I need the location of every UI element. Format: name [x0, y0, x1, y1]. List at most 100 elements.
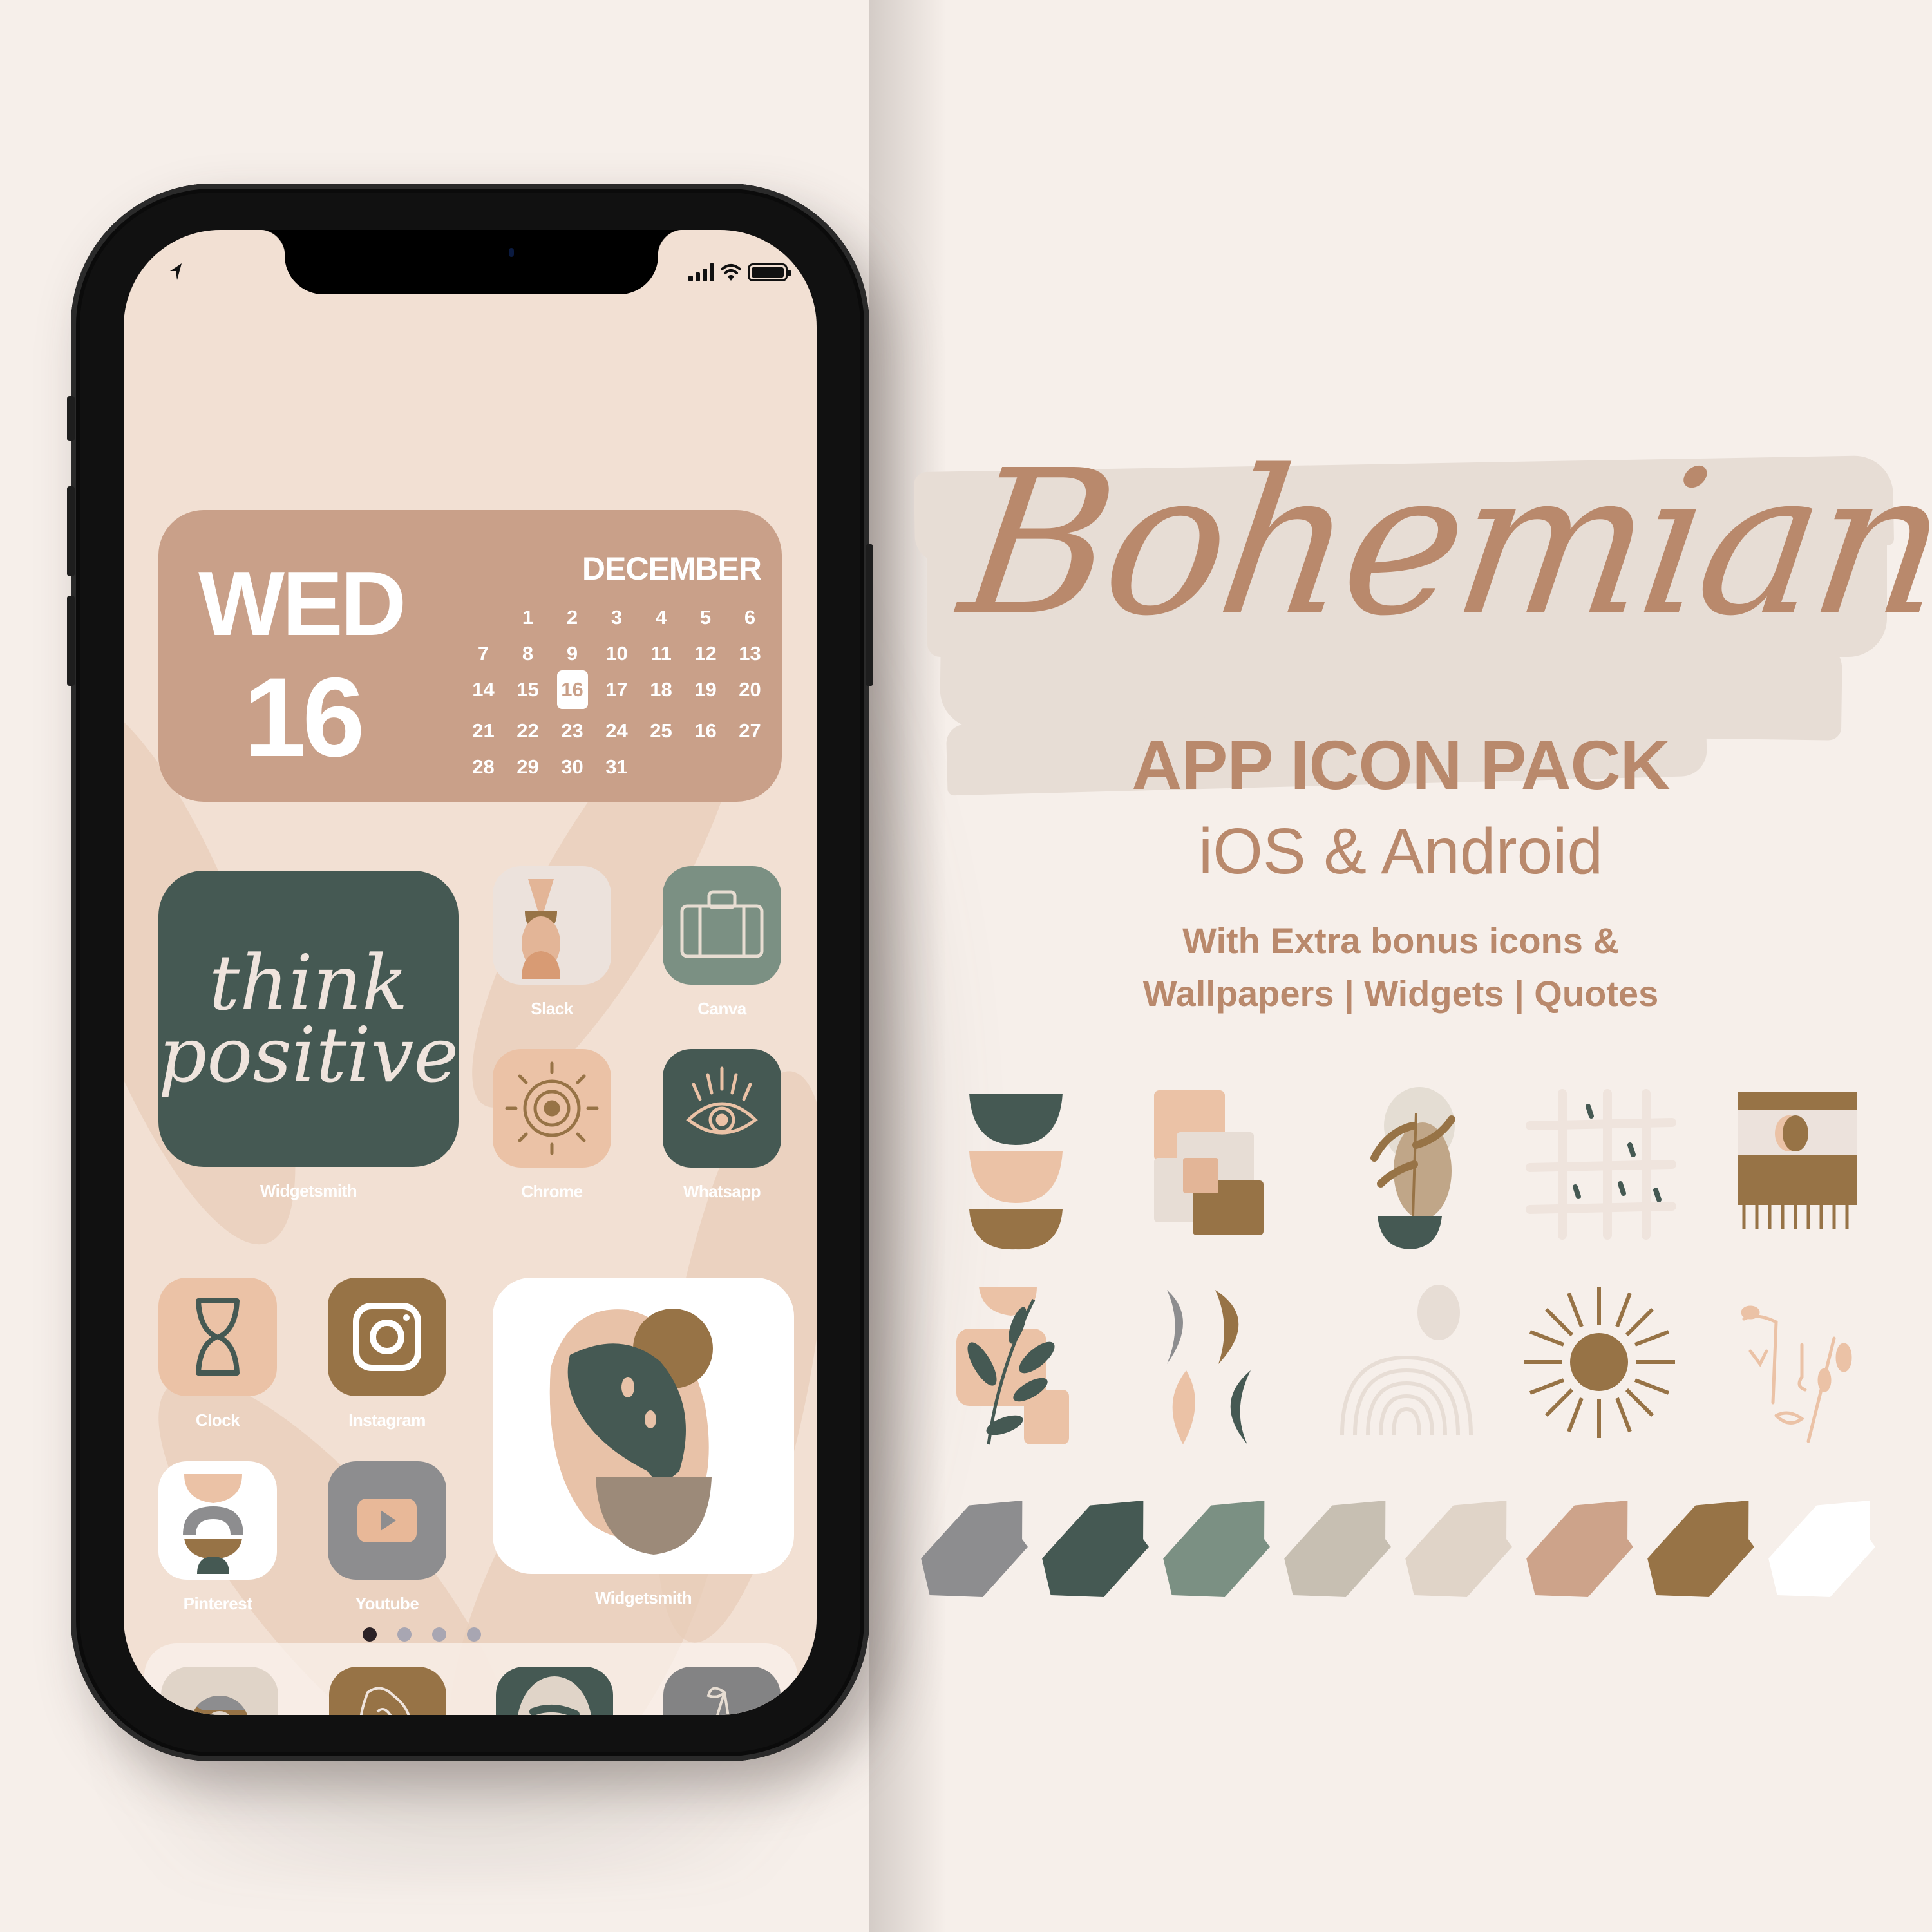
- calendar-day[interactable]: 10: [594, 639, 639, 668]
- calendar-grid: 1 2 3 4 5 6 7 8 9 10 11 12 13 14 15 16 17 18 19 20 21 22 23 24 2…: [461, 603, 770, 781]
- location-arrow-icon: [170, 263, 182, 280]
- icon-showcase-grid: [927, 1074, 1880, 1451]
- spotify-logo-icon[interactable]: [496, 1667, 613, 1715]
- calendar-day[interactable]: 17: [594, 676, 639, 704]
- calendar-day[interactable]: 24: [594, 717, 639, 745]
- color-swatch: [1151, 1501, 1285, 1597]
- tapestry-icon: [1705, 1074, 1882, 1251]
- calendar-day[interactable]: 31: [594, 753, 639, 781]
- status-bar: [124, 256, 817, 294]
- app-canva[interactable]: Canva: [663, 866, 781, 1019]
- promo-subtitle: APP ICON PACK: [1132, 726, 1670, 804]
- app-label: Youtube: [355, 1594, 419, 1613]
- cellular-signal-icon: [688, 263, 714, 281]
- app-whatsapp[interactable]: Whatsapp: [663, 1049, 781, 1202]
- app-label: Slack: [531, 999, 573, 1018]
- calendar-day-today[interactable]: 16: [556, 670, 588, 709]
- widget-monstera-plant[interactable]: Widgetsmith: [493, 1278, 794, 1608]
- color-swatch: [1393, 1501, 1528, 1597]
- cherry-icon[interactable]: [663, 1667, 781, 1715]
- color-swatch: [1635, 1501, 1770, 1597]
- app-pinterest[interactable]: Pinterest: [158, 1461, 277, 1614]
- app-label: Instagram: [348, 1410, 426, 1430]
- calendar-day[interactable]: 15: [506, 676, 550, 704]
- quote-line-1: think: [209, 938, 408, 1027]
- calendar-day[interactable]: 12: [683, 639, 728, 668]
- page-dot-2[interactable]: [397, 1627, 412, 1642]
- leaf-branch-icon: [927, 1274, 1104, 1451]
- promo-platforms: iOS & Android: [1198, 815, 1604, 887]
- calendar-day[interactable]: 23: [550, 717, 594, 745]
- calendar-day[interactable]: 2: [550, 603, 594, 632]
- quote-widget-card: think positive: [158, 871, 459, 1167]
- color-palette: [924, 1501, 1875, 1597]
- app-label: Clock: [195, 1410, 240, 1430]
- calendar-empty-cell: [461, 603, 506, 632]
- calendar-day[interactable]: 22: [506, 717, 550, 745]
- color-swatch: [1756, 1501, 1891, 1597]
- calendar-day[interactable]: 7: [461, 639, 506, 668]
- promo-bonus: With Extra bonus icons & Wallpapers | Wi…: [934, 914, 1868, 1020]
- suitcase-icon: [663, 866, 781, 985]
- rainbow-moon-icon: [1316, 1274, 1493, 1451]
- calendar-day[interactable]: 6: [728, 603, 772, 632]
- phone-mockup: WED 16 DECEMBER 1 2 3 4 5 6 7 8 9 10 11 12 13 14 15 16 1…: [67, 184, 873, 1761]
- calendar-day[interactable]: 29: [506, 753, 550, 781]
- calendar-day[interactable]: 5: [683, 603, 728, 632]
- monstera-plant-icon: [493, 1278, 794, 1574]
- calendar-day[interactable]: 30: [550, 753, 594, 781]
- calendar-day[interactable]: 8: [506, 639, 550, 668]
- calendar-day[interactable]: 9: [550, 639, 594, 668]
- calendar-day[interactable]: 19: [683, 676, 728, 704]
- overlapping-squares-icon: [1122, 1074, 1299, 1251]
- calendar-day[interactable]: 18: [639, 676, 683, 704]
- calendar-day[interactable]: 16: [683, 717, 728, 745]
- calendar-day[interactable]: 20: [728, 676, 772, 704]
- volume-down-button: [67, 596, 75, 686]
- promo-bonus-line-1: With Extra bonus icons &: [1182, 920, 1619, 961]
- calendar-empty-cell: [639, 753, 683, 781]
- calendar-day-number: 16: [243, 655, 365, 781]
- color-swatch: [1272, 1501, 1406, 1597]
- app-label: Widgetsmith: [260, 1181, 357, 1200]
- page-dot-4[interactable]: [467, 1627, 481, 1642]
- app-label: Widgetsmith: [594, 1588, 692, 1607]
- color-swatch: [909, 1501, 1043, 1597]
- app-slack[interactable]: Slack: [493, 866, 611, 1019]
- app-clock[interactable]: Clock: [158, 1278, 277, 1430]
- calendar-day[interactable]: 11: [639, 639, 683, 668]
- app-youtube[interactable]: Youtube: [328, 1461, 446, 1614]
- app-instagram[interactable]: Instagram: [328, 1278, 446, 1430]
- page-dot-1[interactable]: [363, 1627, 377, 1642]
- calendar-day[interactable]: 14: [461, 676, 506, 704]
- page-dot-3[interactable]: [432, 1627, 446, 1642]
- calendar-day[interactable]: 1: [506, 603, 550, 632]
- app-label: Pinterest: [183, 1594, 252, 1613]
- calendar-widget[interactable]: WED 16 DECEMBER 1 2 3 4 5 6 7 8 9 10 11 12 13 14 15 16 1…: [158, 510, 782, 802]
- calendar-day[interactable]: 3: [594, 603, 639, 632]
- calendar-day[interactable]: 28: [461, 753, 506, 781]
- calendar-day-of-week: WED: [198, 553, 406, 655]
- eye-icon: [663, 1049, 781, 1168]
- calendar-day[interactable]: 4: [639, 603, 683, 632]
- app-label: Chrome: [521, 1182, 583, 1201]
- face-line-art-icon[interactable]: [329, 1667, 446, 1715]
- app-chrome[interactable]: Chrome: [493, 1049, 611, 1202]
- calendar-day[interactable]: 27: [728, 717, 772, 745]
- promo-title: Bohemian: [949, 428, 1932, 660]
- home-screen: WED 16 DECEMBER 1 2 3 4 5 6 7 8 9 10 11 12 13 14 15 16 1…: [124, 230, 817, 1715]
- stacked-half-circles-icon: [927, 1074, 1104, 1251]
- instagram-camera-icon: [328, 1278, 446, 1396]
- calendar-day[interactable]: 25: [639, 717, 683, 745]
- face-leaf-line-art-icon: [1705, 1274, 1882, 1451]
- stacked-shapes-icon: [158, 1461, 277, 1580]
- color-swatch: [1514, 1501, 1649, 1597]
- calendar-empty-cell: [728, 753, 772, 781]
- calendar-day[interactable]: 13: [728, 639, 772, 668]
- sun-spiral-icon: [493, 1049, 611, 1168]
- wifi-icon: [721, 264, 741, 281]
- chrome-logo-icon[interactable]: [161, 1667, 278, 1715]
- calendar-day[interactable]: 21: [461, 717, 506, 745]
- widget-think-positive[interactable]: think positive Widgetsmith: [158, 871, 459, 1201]
- page-indicator[interactable]: [124, 1627, 768, 1642]
